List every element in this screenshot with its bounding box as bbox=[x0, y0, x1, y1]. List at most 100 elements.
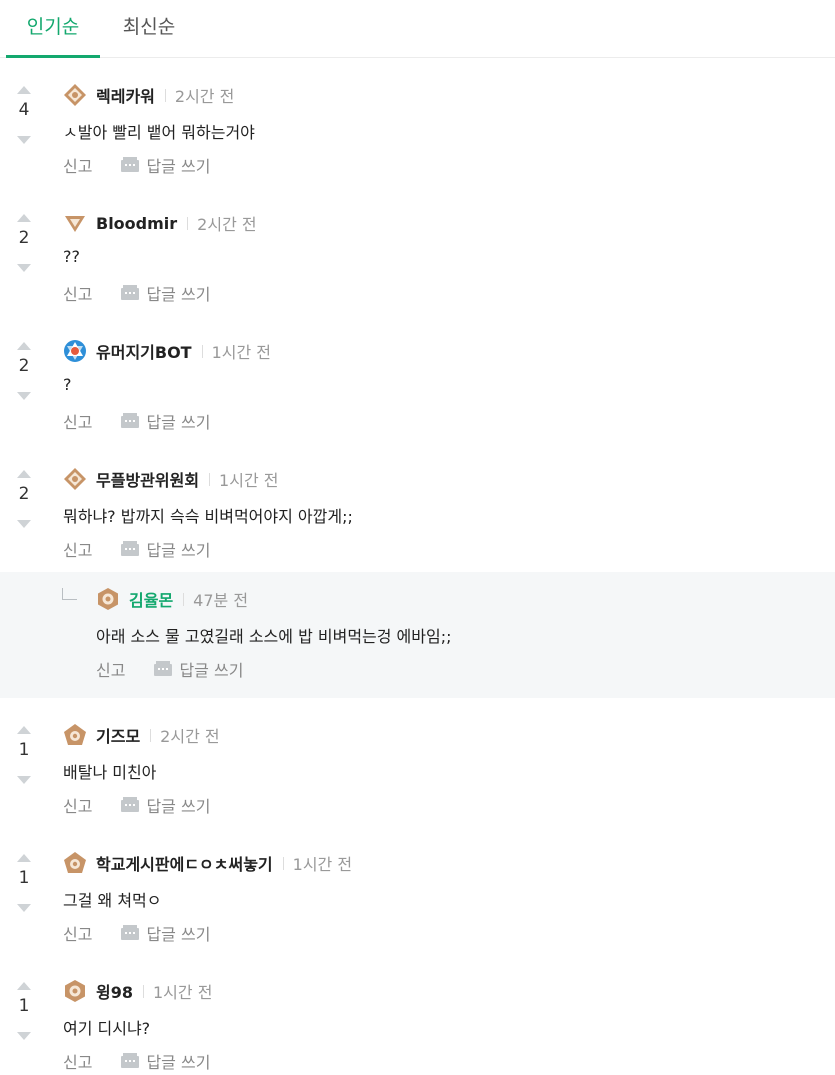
divider bbox=[183, 592, 185, 606]
comment-text: 그걸 왜 쳐먹ㅇ bbox=[63, 891, 162, 910]
reply-item: 김율몬 47분 전 아래 소스 물 고였길래 소스에 밥 비벼먹는겅 에바임;;… bbox=[0, 572, 835, 698]
report-button[interactable]: 신고 bbox=[63, 153, 92, 177]
comment-item: 1 윙98 1시간 전 여기 디시냐? 신고 답글 쓰기 bbox=[0, 964, 835, 1075]
comment-actions: 신고 답글 쓰기 bbox=[96, 658, 243, 680]
comment-actions: 신고 답글 쓰기 bbox=[63, 922, 210, 944]
report-button[interactable]: 신고 bbox=[63, 921, 92, 945]
author-name[interactable]: 렉레카워 bbox=[96, 83, 155, 107]
comment-header: 학교게시판에ㄷㅇㅊ써놓기 1시간 전 bbox=[63, 851, 352, 875]
comment-text: ? bbox=[63, 375, 72, 394]
divider bbox=[209, 472, 211, 486]
pentagon-badge-icon bbox=[64, 852, 86, 873]
downvote-arrow-icon[interactable] bbox=[17, 904, 31, 912]
reply-button[interactable]: 답글 쓰기 bbox=[120, 793, 210, 817]
author-name[interactable]: 유머지기BOT bbox=[96, 339, 192, 363]
comment-actions: 신고 답글 쓰기 bbox=[63, 282, 210, 304]
vote-count: 2 bbox=[18, 484, 30, 504]
vote-count: 1 bbox=[18, 740, 30, 760]
reply-button[interactable]: 답글 쓰기 bbox=[120, 921, 210, 945]
reply-button[interactable]: 답글 쓰기 bbox=[153, 657, 243, 681]
comment-header: 김율몬 47분 전 bbox=[96, 587, 248, 611]
author-name[interactable]: Bloodmir bbox=[96, 214, 177, 233]
divider bbox=[164, 88, 166, 102]
downvote-arrow-icon[interactable] bbox=[17, 136, 31, 144]
comment-header: 윙98 1시간 전 bbox=[63, 979, 212, 1003]
reply-button-label: 답글 쓰기 bbox=[146, 925, 211, 944]
divider bbox=[150, 728, 152, 742]
pentagon-badge-icon bbox=[64, 724, 86, 745]
vote-count: 4 bbox=[18, 100, 30, 120]
report-button[interactable]: 신고 bbox=[63, 793, 92, 817]
comment-item: 1 기즈모 2시간 전 배탈나 미친아 신고 답글 쓰기 bbox=[0, 708, 835, 836]
comment-text: 뭐하냐? 밥까지 슥슥 비벼먹어야지 아깝게;; bbox=[63, 507, 353, 526]
reply-button-label: 답글 쓰기 bbox=[146, 157, 211, 176]
report-button[interactable]: 신고 bbox=[63, 537, 92, 561]
timestamp: 2시간 전 bbox=[174, 87, 235, 106]
upvote-arrow-icon[interactable] bbox=[17, 726, 31, 734]
comment-header: 유머지기BOT 1시간 전 bbox=[63, 339, 271, 363]
reply-button-label: 답글 쓰기 bbox=[146, 413, 211, 432]
downvote-arrow-icon[interactable] bbox=[17, 392, 31, 400]
divider bbox=[201, 344, 203, 358]
bot-emblem-icon bbox=[64, 340, 86, 362]
timestamp: 1시간 전 bbox=[219, 471, 279, 490]
hexagon-badge-icon bbox=[65, 980, 85, 1002]
reply-button-label: 답글 쓰기 bbox=[179, 661, 244, 680]
diamond-badge-icon bbox=[64, 468, 86, 490]
reply-icon bbox=[154, 661, 173, 676]
author-name[interactable]: 윙98 bbox=[96, 979, 133, 1003]
divider bbox=[187, 216, 189, 230]
divider bbox=[143, 984, 144, 998]
vote-count: 1 bbox=[18, 868, 30, 888]
upvote-arrow-icon[interactable] bbox=[17, 982, 31, 990]
comment-item: 2 무플방관위원회 1시간 전 뭐하냐? 밥까지 슥슥 비벼먹어야지 아깝게;;… bbox=[0, 452, 835, 572]
upvote-arrow-icon[interactable] bbox=[17, 86, 31, 94]
comment-actions: 신고 답글 쓰기 bbox=[63, 1050, 210, 1072]
comment-item: 2 유머지기BOT 1시간 전 ? 신고 답글 쓰기 bbox=[0, 324, 835, 452]
comment-actions: 신고 답글 쓰기 bbox=[63, 538, 210, 560]
upvote-arrow-icon[interactable] bbox=[17, 470, 31, 478]
sort-tabs: 인기순 최신순 bbox=[0, 0, 835, 58]
reply-button[interactable]: 답글 쓰기 bbox=[120, 1049, 210, 1073]
upvote-arrow-icon[interactable] bbox=[17, 854, 31, 862]
report-button[interactable]: 신고 bbox=[63, 1049, 92, 1073]
tab-latest[interactable]: 최신순 bbox=[104, 0, 194, 58]
comment-header: 무플방관위원회 1시간 전 bbox=[63, 467, 278, 491]
author-name[interactable]: 김율몬 bbox=[129, 587, 173, 611]
author-name[interactable]: 기즈모 bbox=[96, 723, 140, 747]
reply-icon bbox=[121, 285, 140, 300]
reply-button[interactable]: 답글 쓰기 bbox=[120, 281, 210, 305]
downvote-arrow-icon[interactable] bbox=[17, 1032, 31, 1040]
reply-icon bbox=[121, 157, 140, 172]
downvote-arrow-icon[interactable] bbox=[17, 520, 31, 528]
author-name[interactable]: 무플방관위원회 bbox=[96, 467, 199, 491]
reply-button-label: 답글 쓰기 bbox=[146, 285, 211, 304]
upvote-arrow-icon[interactable] bbox=[17, 214, 31, 222]
reply-icon bbox=[121, 541, 140, 556]
timestamp: 2시간 전 bbox=[160, 727, 220, 746]
comment-text: 여기 디시냐? bbox=[63, 1019, 151, 1038]
reply-button[interactable]: 답글 쓰기 bbox=[120, 153, 210, 177]
reply-button[interactable]: 답글 쓰기 bbox=[120, 537, 210, 561]
vote-count: 1 bbox=[18, 996, 30, 1016]
hexagon-badge-icon bbox=[98, 588, 118, 610]
reply-button[interactable]: 답글 쓰기 bbox=[120, 409, 210, 433]
downvote-arrow-icon[interactable] bbox=[17, 776, 31, 784]
comment-item: 1 학교게시판에ㄷㅇㅊ써놓기 1시간 전 그걸 왜 쳐먹ㅇ 신고 답글 쓰기 bbox=[0, 836, 835, 964]
comment-item: 4 렉레카워 2시간 전 ㅅ발아 빨리 뱉어 뭐하는거야 신고 답글 쓰기 bbox=[0, 68, 835, 196]
timestamp: 1시간 전 bbox=[292, 855, 353, 874]
vote-count: 2 bbox=[18, 228, 30, 248]
comment-actions: 신고 답글 쓰기 bbox=[63, 794, 210, 816]
report-button[interactable]: 신고 bbox=[63, 281, 92, 305]
comment-item: 2 Bloodmir 2시간 전 ?? 신고 답글 쓰기 bbox=[0, 196, 835, 324]
divider bbox=[282, 856, 284, 870]
tab-popular[interactable]: 인기순 bbox=[6, 0, 100, 58]
author-name[interactable]: 학교게시판에ㄷㅇㅊ써놓기 bbox=[96, 851, 273, 875]
report-button[interactable]: 신고 bbox=[96, 657, 125, 681]
comment-header: 렉레카워 2시간 전 bbox=[63, 83, 234, 107]
comment-text: ?? bbox=[63, 247, 80, 266]
report-button[interactable]: 신고 bbox=[63, 409, 92, 433]
downvote-arrow-icon[interactable] bbox=[17, 264, 31, 272]
timestamp: 1시간 전 bbox=[153, 983, 213, 1002]
upvote-arrow-icon[interactable] bbox=[17, 342, 31, 350]
